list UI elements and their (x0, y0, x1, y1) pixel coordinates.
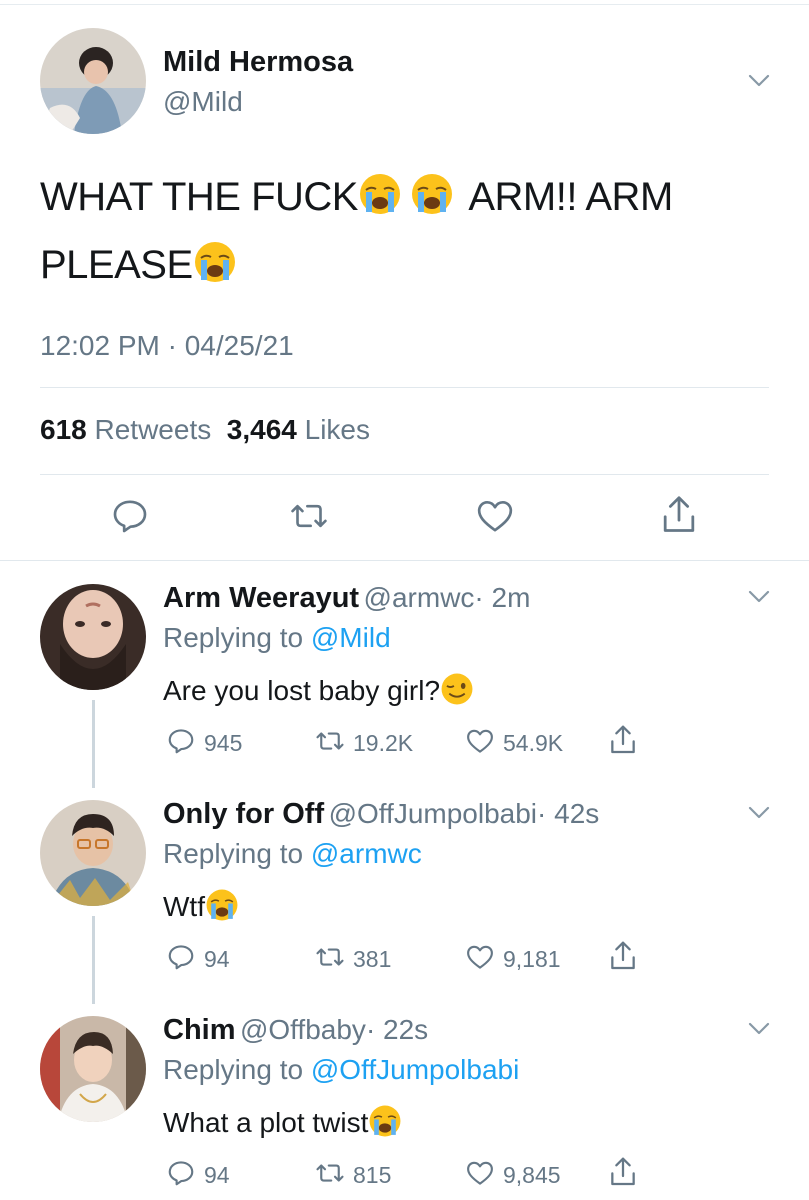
crying-face-emoji (368, 1104, 402, 1145)
avatar[interactable] (40, 800, 146, 906)
chevron-down-icon[interactable] (748, 590, 770, 604)
retweet-count: 381 (353, 946, 392, 972)
chevron-down-icon[interactable] (748, 806, 770, 820)
winking-face-emoji (440, 672, 474, 713)
like-icon[interactable] (464, 942, 496, 972)
divider (0, 560, 809, 561)
like-icon[interactable] (474, 496, 516, 536)
reply-author-name[interactable]: Only for Off (163, 798, 324, 830)
reply-header: Only for Off @OffJumpolbabi· 42s (163, 798, 599, 831)
retweet-icon[interactable] (312, 942, 348, 972)
like-count: 54.9K (503, 730, 564, 756)
top-divider (0, 4, 809, 5)
retweet-icon[interactable] (312, 1158, 348, 1188)
replying-to-mention[interactable]: @armwc (311, 838, 422, 869)
tweet-text-part: PLEASE (40, 243, 193, 287)
reply-author-name[interactable]: Arm Weerayut (163, 582, 359, 614)
reply-header: Chim @Offbaby· 22s (163, 1014, 428, 1047)
retweet-icon[interactable] (312, 726, 348, 756)
replying-to: Replying to @OffJumpolbabi (163, 1054, 519, 1086)
divider (40, 387, 769, 388)
engagement-stats: 618 Retweets 3,464 Likes (40, 414, 370, 446)
like-icon[interactable] (464, 726, 496, 756)
share-icon[interactable] (608, 940, 638, 972)
replying-to: Replying to @Mild (163, 622, 391, 654)
avatar[interactable] (40, 584, 146, 690)
retweet-icon[interactable] (286, 496, 332, 536)
replying-to-label: Replying to (163, 622, 304, 653)
divider (40, 474, 769, 475)
reply-count: 94 (204, 1162, 230, 1188)
chevron-down-icon[interactable] (748, 1022, 770, 1036)
reply-text: Are you lost baby girl? (163, 672, 474, 713)
reply-text-content: Wtf (163, 891, 205, 922)
reply-text: What a plot twist (163, 1104, 402, 1145)
likes-stat[interactable]: 3,464 Likes (227, 414, 370, 445)
thread-line (92, 916, 95, 1004)
reply-author-handle[interactable]: @Offbaby (240, 1014, 366, 1045)
retweet-count: 19.2K (353, 730, 414, 756)
share-icon[interactable] (660, 494, 698, 536)
tweet-timestamp[interactable]: 12:02 PM · 04/25/21 (40, 330, 294, 362)
reply-text-content: Are you lost baby girl? (163, 675, 441, 706)
retweets-label: Retweets (94, 414, 212, 445)
tweet-text: WHAT THE FUCK ARM!! ARM PLEASE (40, 166, 740, 302)
crying-face-emoji (193, 240, 237, 302)
replying-to-mention[interactable]: @Mild (311, 622, 391, 653)
reply-icon[interactable] (166, 1158, 196, 1188)
reply-icon[interactable] (166, 942, 196, 972)
crying-face-emoji (205, 888, 239, 929)
thread-line (92, 700, 95, 788)
reply-author-handle[interactable]: @armwc (364, 582, 475, 613)
reply-time: · 22s (365, 1014, 429, 1045)
retweets-stat[interactable]: 618 Retweets (40, 414, 211, 445)
likes-label: Likes (304, 414, 371, 445)
share-icon[interactable] (608, 1156, 638, 1188)
reply-text: Wtf (163, 888, 239, 929)
likes-count: 3,464 (226, 414, 297, 445)
replying-to-label: Replying to (163, 1054, 304, 1085)
reply-author-handle[interactable]: @OffJumpolbabi (329, 798, 537, 829)
reply-icon[interactable] (166, 726, 196, 756)
retweets-count: 618 (40, 414, 87, 445)
reply-count: 94 (204, 946, 230, 972)
reply-time: · 42s (537, 798, 600, 829)
reply-time: · 2m (474, 582, 531, 613)
like-count: 9,845 (503, 1162, 561, 1188)
author-name[interactable]: Mild Hermosa (163, 46, 353, 79)
like-count: 9,181 (503, 946, 561, 972)
share-icon[interactable] (608, 724, 638, 756)
author-handle[interactable]: @Mild (163, 86, 243, 118)
reply-count: 945 (204, 730, 243, 756)
replying-to-label: Replying to (163, 838, 304, 869)
reply-icon[interactable] (110, 496, 150, 536)
reply-text-content: What a plot twist (163, 1107, 369, 1138)
avatar[interactable] (40, 1016, 146, 1122)
avatar[interactable] (40, 28, 146, 134)
crying-face-emoji (358, 172, 402, 234)
tweet-text-part: ARM!! ARM (459, 175, 673, 219)
reply-header: Arm Weerayut @armwc· 2m (163, 582, 530, 615)
reply-author-name[interactable]: Chim (163, 1014, 236, 1046)
replying-to-mention[interactable]: @OffJumpolbabi (311, 1054, 519, 1085)
like-icon[interactable] (464, 1158, 496, 1188)
chevron-down-icon[interactable] (748, 74, 770, 88)
crying-face-emoji (410, 172, 454, 234)
retweet-count: 815 (353, 1162, 392, 1188)
tweet-text-part: WHAT THE FUCK (40, 175, 358, 219)
replying-to: Replying to @armwc (163, 838, 422, 870)
